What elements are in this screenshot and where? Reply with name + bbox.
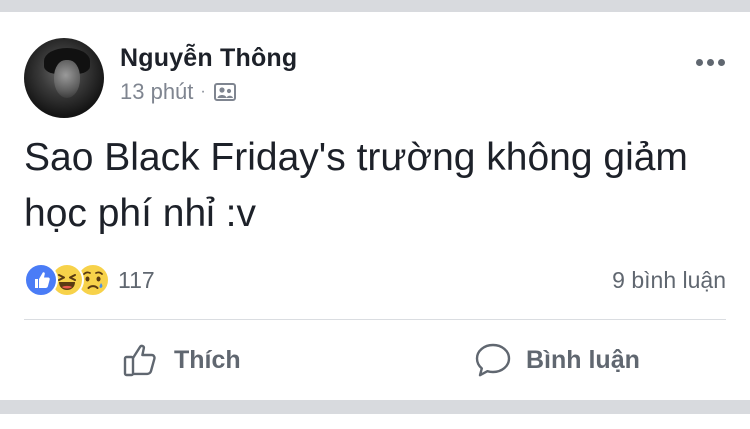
author-name[interactable]: Nguyễn Thông <box>120 44 297 73</box>
like-icon <box>24 263 58 297</box>
like-button[interactable]: Thích <box>122 338 241 382</box>
more-options-button[interactable] <box>690 50 730 74</box>
comment-button[interactable]: Bình luận <box>474 338 640 382</box>
post-text: Sao Black Friday's trường không giảm học… <box>24 136 688 235</box>
like-button-label: Thích <box>174 345 241 374</box>
feed-gap-top <box>0 0 750 12</box>
post-meta: 13 phút · <box>120 79 236 105</box>
post-time[interactable]: 13 phút <box>120 79 193 105</box>
thumbs-up-icon <box>122 341 160 379</box>
comment-bubble-icon <box>474 341 512 379</box>
more-dot-icon <box>717 58 725 66</box>
comment-button-label: Bình luận <box>526 345 640 374</box>
reactions-summary[interactable]: 117 <box>24 262 155 298</box>
post-card: Nguyễn Thông 13 phút · Sao Black Friday'… <box>0 12 750 400</box>
comment-count-link[interactable]: 9 bình luận <box>612 267 726 294</box>
feed-gap-bottom <box>0 400 750 414</box>
friends-icon[interactable] <box>213 82 236 102</box>
avatar[interactable] <box>24 38 104 118</box>
reaction-count: 117 <box>118 266 155 293</box>
more-dot-icon <box>706 58 714 66</box>
meta-separator: · <box>200 83 206 100</box>
divider <box>24 319 726 320</box>
more-dot-icon <box>695 58 703 66</box>
